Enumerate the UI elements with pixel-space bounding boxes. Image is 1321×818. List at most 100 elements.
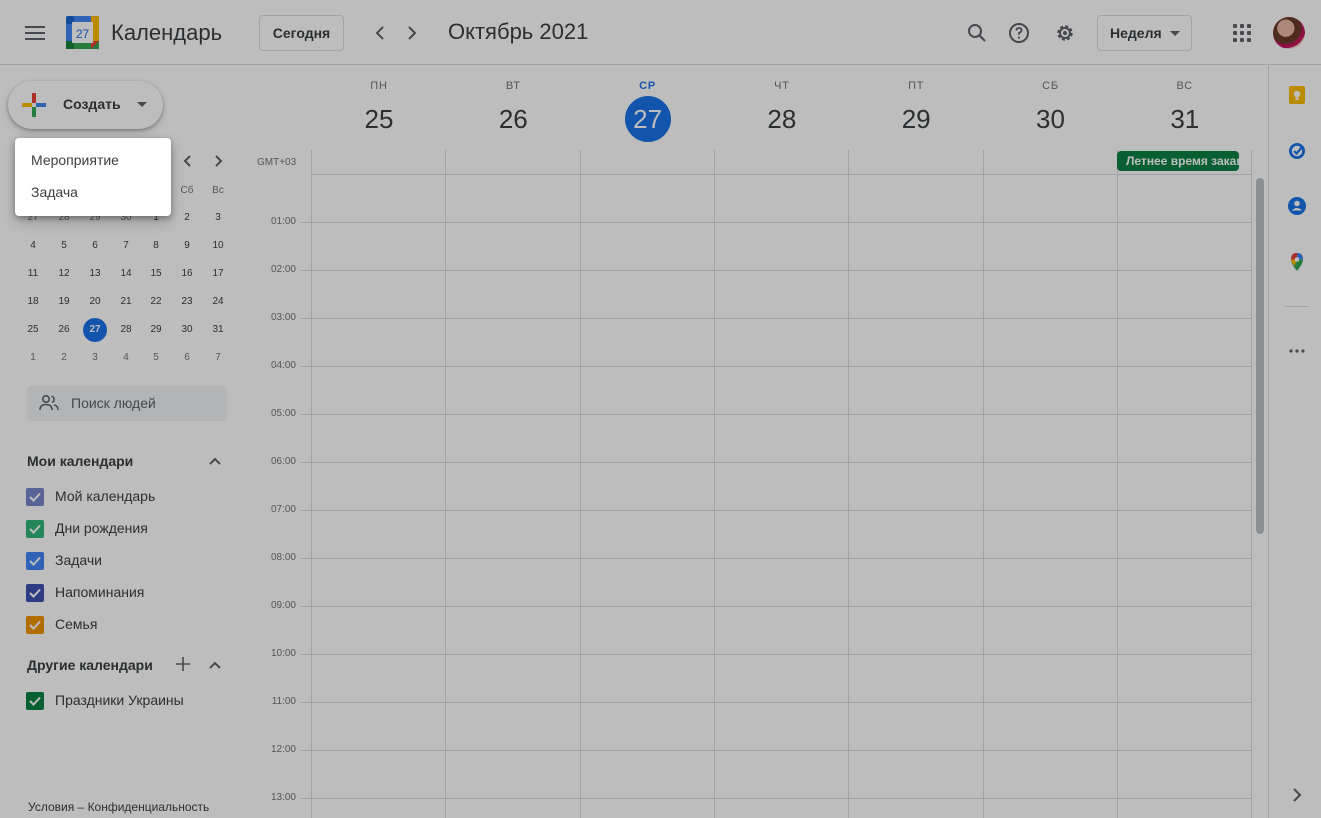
mini-calendar-day[interactable]: 31	[206, 318, 230, 342]
mini-calendar-day[interactable]: 14	[114, 262, 138, 286]
mini-calendar-day[interactable]: 11	[21, 262, 45, 286]
mini-calendar-day[interactable]: 6	[175, 346, 199, 370]
terms-link[interactable]: Условия	[28, 800, 74, 814]
mini-calendar-day[interactable]: 22	[144, 290, 168, 314]
people-icon	[39, 394, 59, 412]
day-column-header[interactable]: СБ 30	[984, 80, 1118, 142]
collapse-chevron-icon[interactable]	[207, 657, 223, 673]
mini-calendar-day[interactable]: 26	[52, 318, 76, 342]
calendar-checkbox[interactable]	[26, 488, 44, 506]
mini-calendar-day[interactable]: 7	[206, 346, 230, 370]
mini-calendar-day[interactable]: 30	[175, 318, 199, 342]
my-calendars-title[interactable]: Мои календари	[27, 453, 133, 469]
mini-calendar-next-icon[interactable]	[209, 152, 227, 170]
day-number[interactable]: 25	[356, 96, 402, 142]
add-calendar-plus-icon[interactable]	[175, 656, 191, 672]
calendar-checkbox[interactable]	[26, 584, 44, 602]
calendar-list-item[interactable]: Семья	[26, 615, 216, 634]
tasks-icon[interactable]	[1287, 141, 1307, 161]
day-column-header[interactable]: ЧТ 28	[715, 80, 849, 142]
calendar-checkbox[interactable]	[26, 552, 44, 570]
calendar-list-item[interactable]: Напоминания	[26, 583, 216, 602]
calendar-checkbox[interactable]	[26, 520, 44, 538]
calendar-list-item[interactable]: Мой календарь	[26, 487, 216, 506]
create-menu-item-event[interactable]: Мероприятие	[15, 144, 171, 176]
mini-calendar-day[interactable]: 3	[83, 346, 107, 370]
mini-calendar-day[interactable]: 8	[144, 234, 168, 258]
day-of-week-label: ПН	[370, 80, 388, 92]
mini-calendar-day[interactable]: 1	[21, 346, 45, 370]
mini-calendar-day[interactable]: 2	[175, 206, 199, 230]
mini-calendar-prev-icon[interactable]	[179, 152, 197, 170]
today-button[interactable]: Сегодня	[259, 15, 344, 51]
view-selector[interactable]: Неделя	[1097, 15, 1192, 51]
mini-calendar-day[interactable]: 2	[52, 346, 76, 370]
calendar-logo-icon[interactable]: 27	[66, 16, 99, 49]
mini-calendar-day[interactable]: 21	[114, 290, 138, 314]
mini-calendar-day[interactable]: 19	[52, 290, 76, 314]
people-search-field[interactable]: Поиск людей	[27, 386, 227, 421]
mini-calendar-day[interactable]: 20	[83, 290, 107, 314]
mini-calendar-day[interactable]: 28	[114, 318, 138, 342]
search-icon[interactable]	[965, 21, 989, 45]
mini-calendar-day[interactable]: 5	[52, 234, 76, 258]
calendar-checkbox[interactable]	[26, 692, 44, 710]
mini-calendar-day[interactable]: 17	[206, 262, 230, 286]
day-column-header[interactable]: СР 27	[581, 80, 715, 142]
mini-calendar-day[interactable]: 12	[52, 262, 76, 286]
mini-calendar-day[interactable]: 18	[21, 290, 45, 314]
mini-calendar-day[interactable]: 4	[21, 234, 45, 258]
settings-gear-icon[interactable]	[1053, 21, 1077, 45]
contacts-icon[interactable]	[1287, 196, 1307, 216]
other-calendars-title[interactable]: Другие календари	[27, 657, 153, 673]
collapse-chevron-icon[interactable]	[207, 453, 223, 469]
hour-label: 01:00	[270, 216, 296, 227]
day-of-week-label: ЧТ	[774, 80, 790, 92]
all-day-event-chip[interactable]: Летнее время заканчивается	[1117, 151, 1239, 171]
more-icon[interactable]	[1287, 341, 1307, 361]
privacy-link[interactable]: Конфиденциальность	[88, 800, 210, 814]
day-number[interactable]: 28	[759, 96, 805, 142]
mini-calendar-day[interactable]: 27	[83, 318, 107, 342]
day-column-header[interactable]: ПТ 29	[849, 80, 983, 142]
mini-calendar-day[interactable]: 6	[83, 234, 107, 258]
mini-calendar-day[interactable]: 7	[114, 234, 138, 258]
day-number[interactable]: 30	[1028, 96, 1074, 142]
mini-calendar-day[interactable]: 25	[21, 318, 45, 342]
keep-icon[interactable]	[1287, 85, 1307, 105]
maps-icon[interactable]	[1287, 252, 1307, 272]
grid-scrollbar[interactable]	[1256, 178, 1264, 534]
next-week-icon[interactable]	[400, 21, 424, 45]
mini-calendar-day[interactable]: 10	[206, 234, 230, 258]
day-column-header[interactable]: ПН 25	[312, 80, 446, 142]
mini-calendar-day[interactable]: 29	[144, 318, 168, 342]
mini-calendar-day[interactable]: 9	[175, 234, 199, 258]
mini-calendar-day[interactable]: 13	[83, 262, 107, 286]
day-number[interactable]: 26	[490, 96, 536, 142]
day-number[interactable]: 31	[1162, 96, 1208, 142]
help-icon[interactable]	[1007, 21, 1031, 45]
mini-calendar-day[interactable]: 15	[144, 262, 168, 286]
expand-side-panel-icon[interactable]	[1287, 785, 1307, 805]
mini-calendar-day[interactable]: 24	[206, 290, 230, 314]
main-menu-icon[interactable]	[23, 21, 47, 45]
mini-calendar-day[interactable]: 3	[206, 206, 230, 230]
calendar-list-item[interactable]: Задачи	[26, 551, 216, 570]
mini-calendar-day[interactable]: 5	[144, 346, 168, 370]
account-avatar[interactable]	[1273, 17, 1305, 49]
day-number[interactable]: 29	[893, 96, 939, 142]
mini-calendar-day[interactable]: 4	[114, 346, 138, 370]
day-column-header[interactable]: ВС 31	[1118, 80, 1252, 142]
mini-calendar-day[interactable]: 16	[175, 262, 199, 286]
google-apps-icon[interactable]	[1233, 24, 1251, 42]
create-button[interactable]: Создать	[8, 81, 163, 129]
hour-gridline	[301, 798, 1251, 799]
previous-week-icon[interactable]	[368, 21, 392, 45]
calendar-list-item[interactable]: Праздники Украины	[26, 691, 216, 710]
calendar-checkbox[interactable]	[26, 616, 44, 634]
calendar-list-item[interactable]: Дни рождения	[26, 519, 216, 538]
day-column-header[interactable]: ВТ 26	[446, 80, 580, 142]
mini-calendar-day[interactable]: 23	[175, 290, 199, 314]
day-number[interactable]: 27	[624, 96, 671, 142]
create-menu-item-task[interactable]: Задача	[15, 176, 171, 208]
